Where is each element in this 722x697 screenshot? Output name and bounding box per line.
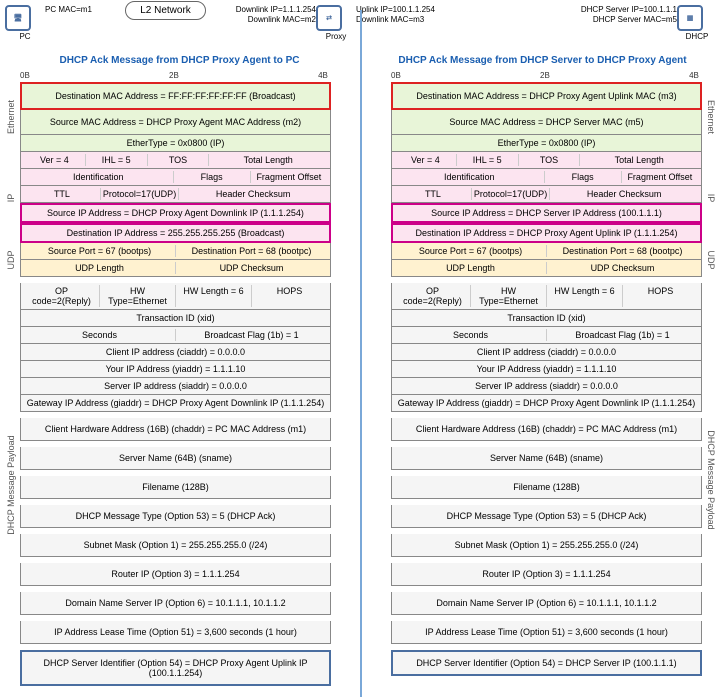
- left-ethernet: Ethernet Destination MAC Address = FF:FF…: [20, 82, 331, 152]
- pay-opt3: Router IP (Option 3) = 1.1.1.254: [20, 563, 331, 586]
- udp-r2: UDP LengthUDP Checksum: [20, 260, 331, 277]
- udp-r1-r: Source Port = 67 (bootps)Destination Por…: [391, 243, 702, 260]
- eth-dst-mac: Destination MAC Address = FF:FF:FF:FF:FF…: [20, 82, 331, 110]
- ip-label-r: IP: [706, 193, 716, 202]
- pay-siaddr-r: Server IP address (siaddr) = 0.0.0.0: [391, 378, 702, 395]
- left-payload: DHCP Message Payload OP code=2(Reply)HW …: [20, 283, 331, 686]
- pay-r1-r: OP code=2(Reply)HW Type=EthernetHW Lengt…: [391, 283, 702, 310]
- pay-fname-r: Filename (128B): [391, 476, 702, 499]
- pay-ciaddr: Client IP address (ciaddr) = 0.0.0.0: [20, 344, 331, 361]
- ip-r3: TTLProtocol=17(UDP)Header Checksum: [20, 186, 331, 203]
- pay-giaddr: Gateway IP Address (giaddr) = DHCP Proxy…: [20, 395, 331, 412]
- udp-label: UDP: [6, 250, 16, 269]
- pay-xid-r: Transaction ID (xid): [391, 310, 702, 327]
- pay-r1: OP code=2(Reply)HW Type=EthernetHW Lengt…: [20, 283, 331, 310]
- pay-chaddr-r: Client Hardware Address (16B) (chaddr) =…: [391, 418, 702, 441]
- pay-chaddr: Client Hardware Address (16B) (chaddr) =…: [20, 418, 331, 441]
- ip-label: IP: [6, 193, 16, 202]
- pay-xid: Transaction ID (xid): [20, 310, 331, 327]
- pay-yiaddr: Your IP Address (yiaddr) = 1.1.1.10: [20, 361, 331, 378]
- dhcp-srv-mac: DHCP Server MAC=m5: [547, 15, 677, 25]
- pc-mac-text: PC MAC=m1: [45, 5, 125, 15]
- pay-fname: Filename (128B): [20, 476, 331, 499]
- pay-label-r: DHCP Message Payload: [706, 430, 716, 529]
- proxy-dl-ip: Downlink IP=1.1.1.254: [206, 5, 316, 15]
- pay-opt1: Subnet Mask (Option 1) = 255.255.255.0 (…: [20, 534, 331, 557]
- ip-r1: Ver = 4IHL = 5TOSTotal Length: [20, 152, 331, 169]
- packet-left: 0B 2B 4B Ethernet Destination MAC Addres…: [5, 70, 346, 687]
- pay-r3-r: SecondsBroadcast Flag (1b) = 1: [391, 327, 702, 344]
- eth-dst-mac-r: Destination MAC Address = DHCP Proxy Age…: [391, 82, 702, 110]
- udp-label-r: UDP: [706, 250, 716, 269]
- pay-opt51: IP Address Lease Time (Option 51) = 3,60…: [20, 621, 331, 644]
- ip-r1-r: Ver = 4IHL = 5TOSTotal Length: [391, 152, 702, 169]
- pay-ciaddr-r: Client IP address (ciaddr) = 0.0.0.0: [391, 344, 702, 361]
- left-title: DHCP Ack Message from DHCP Proxy Agent t…: [5, 51, 354, 70]
- eth-label: Ethernet: [6, 100, 16, 134]
- pay-yiaddr-r: Your IP Address (yiaddr) = 1.1.1.10: [391, 361, 702, 378]
- ip-r2-r: IdentificationFlagsFragment Offset: [391, 169, 702, 186]
- pc-icon: 🖥: [5, 5, 31, 31]
- pay-opt6: Domain Name Server IP (Option 6) = 10.1.…: [20, 592, 331, 615]
- right-ethernet: Ethernet Destination MAC Address = DHCP …: [391, 82, 702, 152]
- pay-opt6-r: Domain Name Server IP (Option 6) = 10.1.…: [391, 592, 702, 615]
- eth-type-r: EtherType = 0x0800 (IP): [391, 135, 702, 152]
- center-divider: [354, 70, 368, 687]
- proxy-icon: ⇄: [316, 5, 342, 31]
- ip-r2: IdentificationFlagsFragment Offset: [20, 169, 331, 186]
- eth-src-mac-r: Source MAC Address = DHCP Server MAC (m5…: [391, 110, 702, 135]
- ip-dst: Destination IP Address = 255.255.255.255…: [20, 223, 331, 243]
- pay-siaddr: Server IP address (siaddr) = 0.0.0.0: [20, 378, 331, 395]
- left-ip: IP Ver = 4IHL = 5TOSTotal Length Identif…: [20, 152, 331, 243]
- proxy-ul-mac: Downlink MAC=m3: [356, 15, 466, 25]
- l2-label: L2 Network: [125, 1, 206, 20]
- pay-opt54-r: DHCP Server Identifier (Option 54) = DHC…: [391, 650, 702, 676]
- proxy-ul-ip: Uplink IP=100.1.1.254: [356, 5, 466, 15]
- eth-src-mac: Source MAC Address = DHCP Proxy Agent MA…: [20, 110, 331, 135]
- pay-opt3-r: Router IP (Option 3) = 1.1.1.254: [391, 563, 702, 586]
- pay-opt51-r: IP Address Lease Time (Option 51) = 3,60…: [391, 621, 702, 644]
- dhcp-srv-ip: DHCP Server IP=100.1.1.1: [547, 5, 677, 15]
- pay-opt53: DHCP Message Type (Option 53) = 5 (DHCP …: [20, 505, 331, 528]
- dhcp-label: DHCP: [677, 32, 717, 41]
- pay-sname-r: Server Name (64B) (sname): [391, 447, 702, 470]
- proxy-dl-mac: Downlink MAC=m2: [206, 15, 316, 25]
- right-udp: UDP Source Port = 67 (bootps)Destination…: [391, 243, 702, 277]
- right-title: DHCP Ack Message from DHCP Server to DHC…: [368, 51, 717, 70]
- dhcp-icon: ▦: [677, 5, 703, 31]
- right-ruler: 0B 2B 4B: [377, 71, 716, 82]
- eth-label-r: Ethernet: [706, 100, 716, 134]
- left-udp: UDP Source Port = 67 (bootps)Destination…: [20, 243, 331, 277]
- left-ruler: 0B 2B 4B: [6, 71, 345, 82]
- ip-src-r: Source IP Address = DHCP Server IP Addre…: [391, 203, 702, 223]
- pay-sname: Server Name (64B) (sname): [20, 447, 331, 470]
- main-packets: 0B 2B 4B Ethernet Destination MAC Addres…: [5, 70, 717, 687]
- pc-label: PC: [5, 32, 45, 41]
- pay-opt53-r: DHCP Message Type (Option 53) = 5 (DHCP …: [391, 505, 702, 528]
- pay-opt54: DHCP Server Identifier (Option 54) = DHC…: [20, 650, 331, 686]
- pay-r3: SecondsBroadcast Flag (1b) = 1: [20, 327, 331, 344]
- pay-label: DHCP Message Payload: [6, 435, 16, 534]
- vline-icon: [360, 10, 362, 697]
- ip-r3-r: TTLProtocol=17(UDP)Header Checksum: [391, 186, 702, 203]
- ip-dst-r: Destination IP Address = DHCP Proxy Agen…: [391, 223, 702, 243]
- packet-right: 0B 2B 4B Ethernet Destination MAC Addres…: [376, 70, 717, 687]
- ip-src: Source IP Address = DHCP Proxy Agent Dow…: [20, 203, 331, 223]
- udp-r2-r: UDP LengthUDP Checksum: [391, 260, 702, 277]
- pay-giaddr-r: Gateway IP Address (giaddr) = DHCP Proxy…: [391, 395, 702, 412]
- eth-type: EtherType = 0x0800 (IP): [20, 135, 331, 152]
- proxy-label: Proxy: [316, 32, 356, 41]
- right-ip: IP Ver = 4IHL = 5TOSTotal Length Identif…: [391, 152, 702, 243]
- right-payload: DHCP Message Payload OP code=2(Reply)HW …: [391, 283, 702, 676]
- udp-r1: Source Port = 67 (bootps)Destination Por…: [20, 243, 331, 260]
- pay-opt1-r: Subnet Mask (Option 1) = 255.255.255.0 (…: [391, 534, 702, 557]
